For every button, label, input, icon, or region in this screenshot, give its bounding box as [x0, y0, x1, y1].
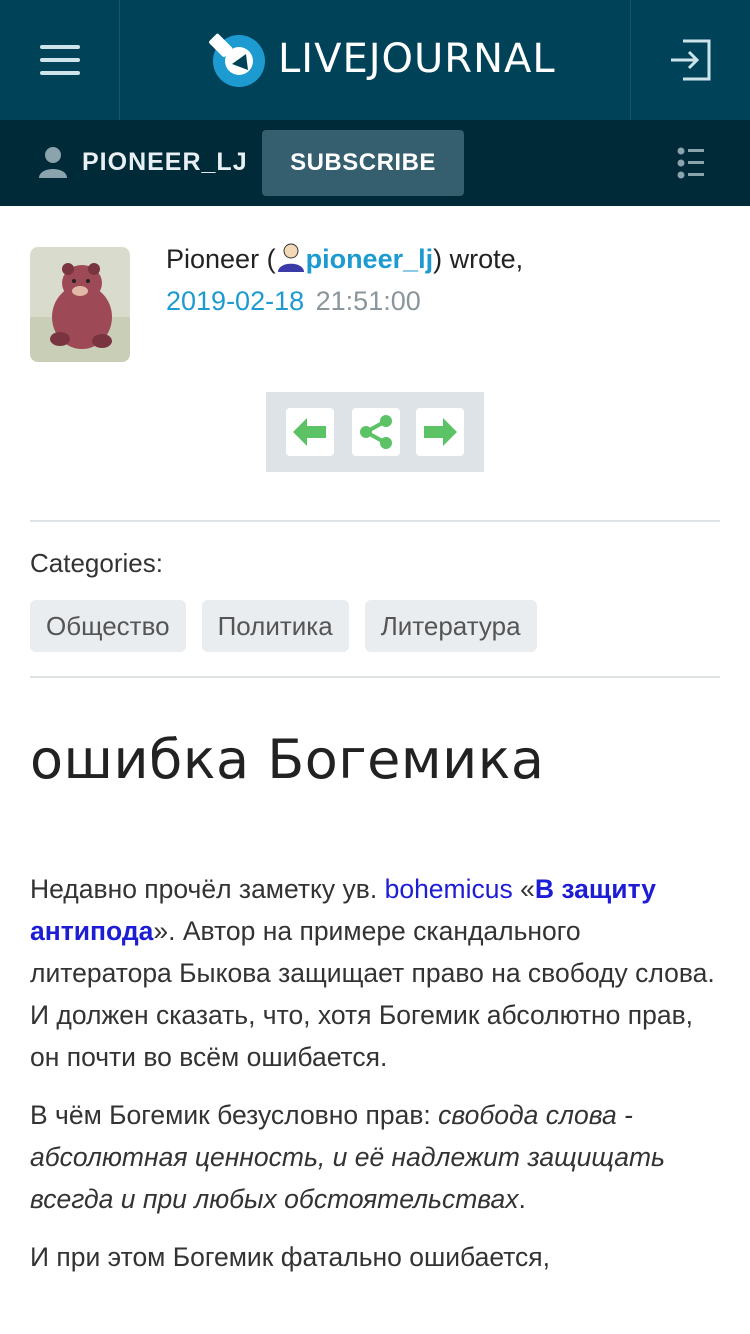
- divider: [30, 676, 720, 678]
- login-button[interactable]: [630, 0, 750, 120]
- text-span: Недавно прочёл заметку ув.: [30, 874, 385, 904]
- livejournal-logo[interactable]: LIVEJOURNAL: [208, 29, 556, 89]
- post-paragraph: Недавно прочёл заметку ув. bohemicus «В …: [30, 868, 720, 1078]
- subscribe-button[interactable]: SUBSCRIBE: [262, 130, 464, 196]
- user-icon: [39, 147, 67, 178]
- arrow-left-icon: [293, 418, 326, 446]
- text-span: «: [512, 874, 535, 904]
- hamburger-icon: [39, 45, 80, 75]
- top-navbar: LIVEJOURNAL: [0, 0, 750, 120]
- divider: [30, 520, 720, 522]
- text-span: .: [518, 1184, 526, 1214]
- journal-owner[interactable]: PIONEER_LJ: [38, 146, 248, 178]
- entry-time: 21:51:00: [315, 286, 421, 316]
- category-tag[interactable]: Общество: [30, 600, 186, 652]
- entry-byline: Pioneer ( pioneer_lj) wrote, 2019-02-18 …: [166, 240, 523, 320]
- menu-button[interactable]: [0, 0, 120, 120]
- journal-username: PIONEER_LJ: [82, 147, 248, 176]
- author-paren-open: (: [259, 244, 276, 274]
- category-tag[interactable]: Политика: [201, 600, 349, 652]
- arrow-right-icon: [424, 418, 457, 446]
- user-link-bohemicus[interactable]: bohemicus: [385, 874, 513, 904]
- logo-text: LIVEJOURNAL: [278, 36, 556, 82]
- author-lj-link[interactable]: pioneer_lj: [306, 244, 434, 274]
- author-wrote: ) wrote,: [433, 244, 524, 274]
- share-button[interactable]: [352, 408, 400, 456]
- post-paragraph: И при этом Богемик фатально ошибается,: [30, 1242, 550, 1272]
- entry-navigation: [266, 392, 484, 472]
- author-name: Pioneer: [166, 244, 260, 274]
- category-tag[interactable]: Литература: [364, 600, 537, 652]
- list-icon[interactable]: [676, 146, 706, 180]
- livejournal-logo-icon: [209, 33, 265, 87]
- text-span: В чём Богемик безусловно прав:: [30, 1100, 439, 1130]
- next-entry-button[interactable]: [416, 408, 464, 456]
- avatar[interactable]: [30, 247, 130, 362]
- post-paragraph: В чём Богемик безусловно прав: свобода с…: [30, 1094, 720, 1220]
- post-body: Недавно прочёл заметку ув. bohemicus « В …: [30, 868, 720, 1294]
- login-icon: [670, 39, 710, 81]
- lj-user-icon[interactable]: [276, 242, 306, 272]
- journal-bar: PIONEER_LJ SUBSCRIBE: [0, 120, 750, 206]
- avatar-image: [30, 247, 130, 362]
- categories-label: Categories:: [30, 548, 163, 578]
- category-tags: Общество Политика Литература: [30, 600, 553, 652]
- post-title: ошибка Богемика: [30, 728, 545, 791]
- entry-date-link[interactable]: 2019-02-18: [166, 286, 304, 316]
- prev-entry-button[interactable]: [286, 408, 334, 456]
- share-icon: [360, 415, 392, 449]
